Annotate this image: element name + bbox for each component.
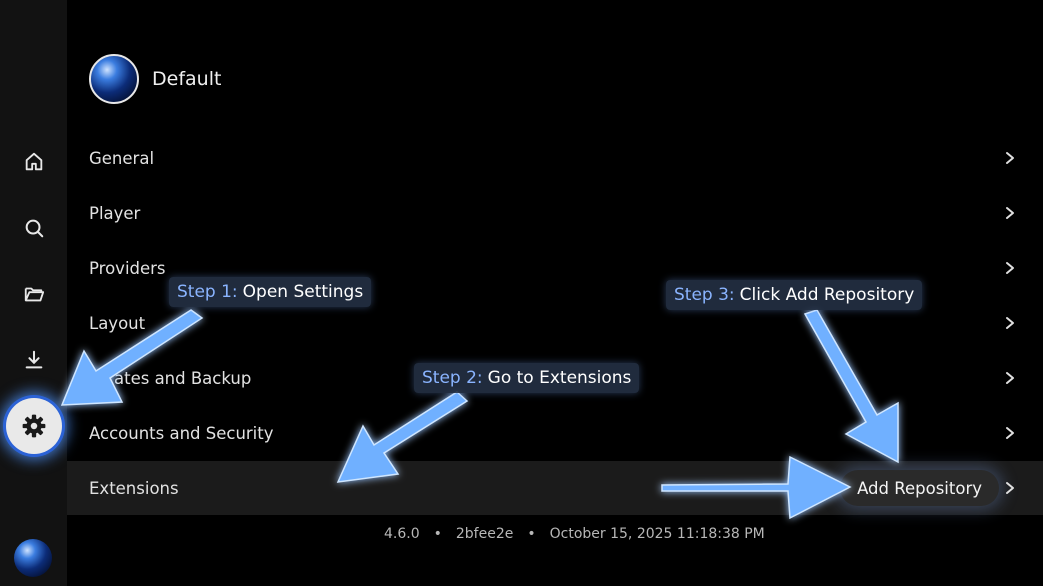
search-icon	[25, 219, 44, 238]
chevron-right-icon	[1006, 207, 1014, 219]
callout-step1: Step 1: Open Settings	[169, 277, 372, 307]
add-repository-button[interactable]: Add Repository	[840, 470, 999, 506]
nav-settings[interactable]	[6, 398, 62, 454]
settings-item-label: Layout	[89, 313, 146, 333]
chevron-right-icon	[1006, 372, 1014, 384]
settings-item-accounts-and-security[interactable]: Accounts and Security	[67, 406, 1043, 460]
settings-item-label: General	[89, 148, 155, 168]
version-info: 4.6.0 • 2bfee2e • October 15, 2025 11:18…	[384, 526, 765, 542]
chevron-right-icon	[1006, 427, 1014, 439]
settings-item-extensions[interactable]: Extensions Add Repository	[67, 461, 1043, 515]
nav-home[interactable]	[13, 141, 55, 183]
profile-name: Default	[152, 68, 222, 90]
settings-item-player[interactable]: Player	[67, 186, 1043, 240]
folder-icon	[24, 287, 45, 302]
separator: •	[527, 526, 536, 542]
gear-icon	[22, 414, 46, 438]
callout-step2: Step 2: Go to Extensions	[414, 363, 640, 393]
commit-hash: 2bfee2e	[455, 526, 514, 542]
step-text: Go to Extensions	[487, 368, 632, 388]
settings-item-general[interactable]: General	[67, 131, 1043, 185]
separator: •	[433, 526, 442, 542]
chevron-right-icon	[1006, 152, 1014, 164]
app-version: 4.6.0	[384, 526, 420, 542]
sidebar	[0, 0, 67, 586]
download-icon	[25, 350, 43, 369]
chevron-right-icon	[1006, 317, 1014, 329]
avatar[interactable]	[14, 539, 52, 577]
step-text: Open Settings	[242, 282, 364, 302]
nav-downloads[interactable]	[13, 339, 55, 381]
build-date: October 15, 2025 11:18:38 PM	[549, 526, 765, 542]
home-icon	[25, 152, 43, 171]
step-number: Step 3:	[674, 285, 735, 305]
settings-item-label: Accounts and Security	[89, 423, 274, 443]
callout-step3: Step 3: Click Add Repository	[666, 280, 923, 310]
profile-header[interactable]: Default	[89, 54, 221, 104]
nav-library[interactable]	[13, 273, 55, 315]
settings-item-label: Player	[89, 203, 141, 223]
chevron-right-icon	[1006, 482, 1014, 494]
profile-avatar	[89, 54, 139, 104]
step-number: Step 2:	[422, 368, 483, 388]
nav-search[interactable]	[13, 207, 55, 249]
step-number: Step 1:	[177, 282, 238, 302]
chevron-right-icon	[1006, 262, 1014, 274]
settings-item-label: Extensions	[89, 478, 179, 498]
settings-item-label: Providers	[89, 258, 166, 278]
step-text: Click Add Repository	[739, 285, 915, 305]
settings-item-label: ates and Backup	[114, 368, 252, 388]
